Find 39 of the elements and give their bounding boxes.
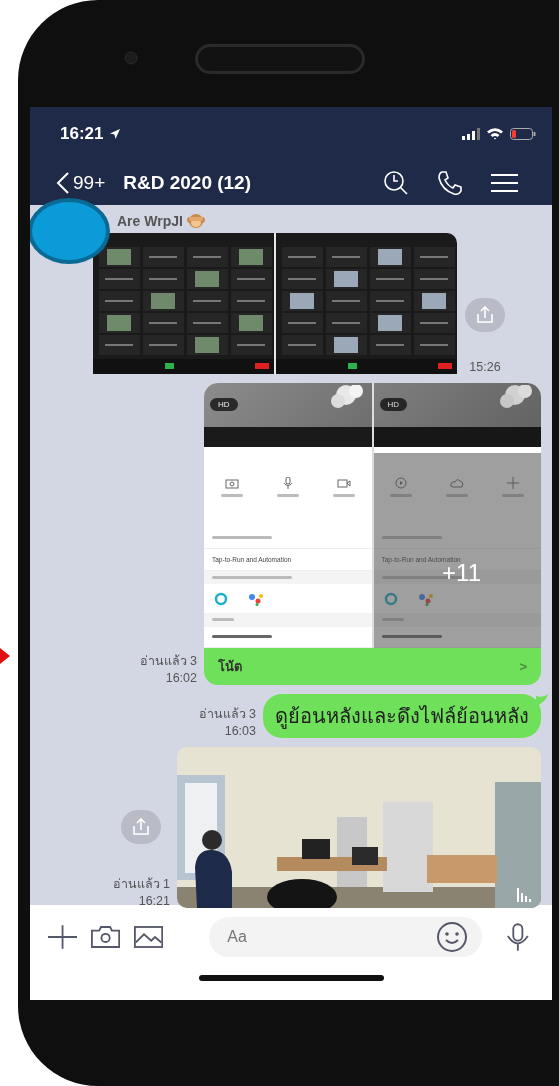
message-input[interactable]: Aa — [225, 927, 437, 947]
signal-icon — [462, 127, 480, 140]
status-time: 16:21 — [60, 123, 104, 144]
location-arrow-icon — [109, 127, 122, 140]
message-time: 16:03 — [224, 724, 256, 738]
ring-logo-icon — [383, 591, 398, 606]
hd-badge: HD — [210, 398, 238, 412]
camera-icon[interactable] — [224, 477, 239, 490]
image-icon[interactable] — [134, 925, 164, 949]
message-time: 16:02 — [165, 671, 197, 685]
menu-icon[interactable] — [491, 172, 518, 193]
dots-logo-icon — [248, 591, 264, 606]
message-time: 16:21 — [138, 894, 170, 908]
read-receipt: อ่านแล้ว 3 — [198, 706, 256, 723]
read-receipt: อ่านแล้ว 3 — [139, 653, 197, 670]
arrow-marker-icon — [0, 648, 10, 664]
message-time: 15:26 — [469, 360, 501, 374]
chevron-icon[interactable] — [56, 171, 70, 194]
note-button[interactable]: โน้ต > — [204, 648, 541, 685]
hd-badge: HD — [379, 398, 408, 412]
chat-title: R&D 2020 (12) — [123, 171, 251, 194]
read-receipt: อ่านแล้ว 1 — [112, 876, 170, 893]
bubble-tail — [536, 694, 548, 706]
monkey-icon — [186, 213, 205, 229]
phone-call-icon[interactable] — [437, 169, 463, 196]
search-icon[interactable] — [383, 169, 409, 196]
video-call-screenshot-drawing[interactable] — [93, 233, 457, 374]
avatar[interactable] — [30, 198, 110, 264]
ring-logo-icon — [214, 591, 228, 606]
message-field[interactable]: Aa — [209, 917, 483, 957]
microphone-icon[interactable] — [506, 922, 530, 952]
wifi-icon — [486, 127, 504, 140]
video-camera-icon[interactable] — [336, 477, 351, 490]
dots-logo-icon — [417, 591, 434, 606]
sender-name: Are WrpJI — [117, 213, 183, 229]
plus-icon[interactable] — [48, 924, 78, 950]
back-button[interactable]: 99+ — [56, 171, 106, 194]
camera-icon[interactable] — [91, 925, 121, 949]
emoji-icon[interactable] — [436, 921, 469, 953]
